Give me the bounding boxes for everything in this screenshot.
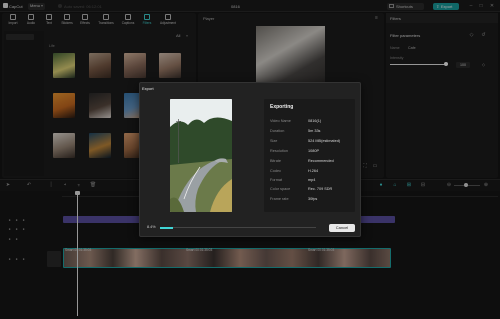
info-row-duration: Duration 5m 33s: [270, 129, 321, 133]
info-row-video-name: Video Name 0816(1): [270, 119, 322, 123]
export-dialog-title: Export: [142, 86, 154, 91]
export-preview-image: [170, 99, 232, 212]
progress-bar-track: [160, 227, 316, 228]
info-row-codec: Codec H.264: [270, 169, 319, 173]
info-row-color-space: Color space Rec. 709 SDR: [270, 187, 333, 191]
info-row-size: Size 524 MB(estimated): [270, 139, 341, 143]
progress-bar-fill: [160, 226, 174, 229]
info-row-frame-rate: Frame rate 30fps: [270, 197, 318, 201]
info-row-bitrate: Bitrate Recommended: [270, 159, 334, 163]
exporting-heading: Exporting: [270, 104, 294, 110]
info-row-resolution: Resolution 1080P: [270, 149, 319, 153]
cancel-button[interactable]: Cancel: [329, 223, 355, 232]
progress-percent: 8.4%: [147, 225, 156, 229]
road-landscape-illustration: [170, 99, 232, 212]
info-row-format: Format mp4: [270, 178, 316, 182]
